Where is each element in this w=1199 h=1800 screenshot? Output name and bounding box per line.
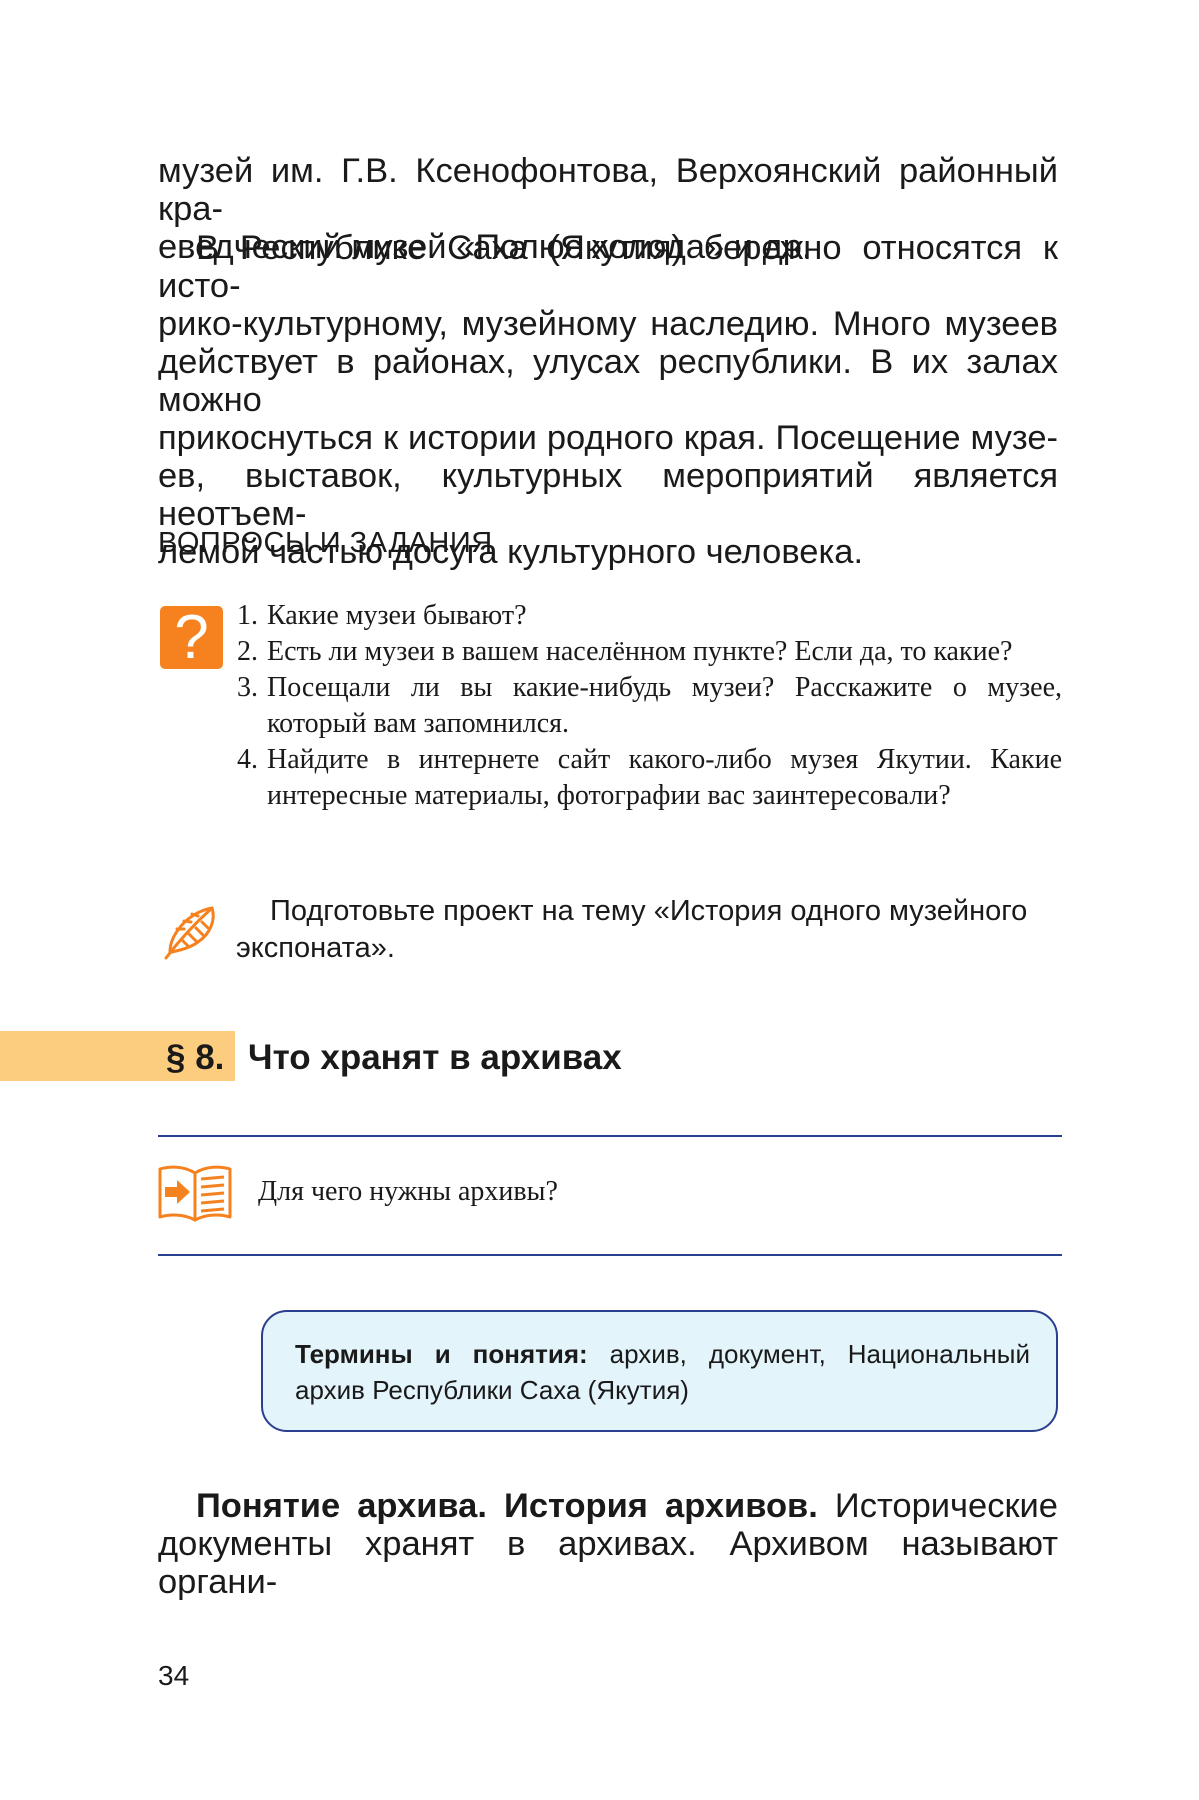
project-task-text: Подготовьте проект на тему «История одно… xyxy=(236,895,1028,964)
paragraph-museum-heritage: В Республике Саха (Якутия) бережно относ… xyxy=(158,229,1058,571)
paragraph-bold-lead: Понятие архива. История архивов. xyxy=(196,1487,818,1525)
section-title: Что хранят в архивах xyxy=(248,1038,622,1077)
page-number: 34 xyxy=(158,1660,190,1691)
question-item: 4. Найдите в интернете сайт какого-либо … xyxy=(237,742,1062,814)
section-number: § 8. xyxy=(166,1038,225,1077)
question-text: Какие музеи бывают? xyxy=(267,600,527,631)
feather-icon xyxy=(164,906,215,960)
question-number: 3. xyxy=(237,672,258,703)
text-line: рико-культурному, музейному наследию. Мн… xyxy=(158,305,1058,343)
paragraph-archive-concept: Понятие архива. История архивов. Историч… xyxy=(158,1487,1058,1601)
open-book-icon xyxy=(158,1165,232,1222)
terms-text: Термины и понятия: архив, документ, Наци… xyxy=(295,1336,1030,1408)
divider-top xyxy=(158,1135,1062,1137)
text-line: Понятие архива. История архивов. Историч… xyxy=(158,1487,1058,1525)
question-item: 1. Какие музеи бывают? xyxy=(237,598,1062,634)
terms-label: Термины и понятия: xyxy=(295,1339,588,1369)
question-number: 2. xyxy=(237,636,258,667)
questions-heading: ВОПРОСЫ И ЗАДАНИЯ xyxy=(158,527,493,559)
key-question: Для чего нужны архивы? xyxy=(258,1176,558,1207)
question-text: Найдите в интернете сайт какого-либо муз… xyxy=(267,744,1062,811)
question-number: 1. xyxy=(237,600,258,631)
text-line: В Республике Саха (Якутия) бережно относ… xyxy=(158,229,1058,305)
project-task: Подготовьте проект на тему «История одно… xyxy=(236,893,1062,967)
question-mark-icon: ? xyxy=(160,606,223,669)
divider-bottom xyxy=(158,1254,1062,1256)
question-list: 1. Какие музеи бывают? 2. Есть ли музеи … xyxy=(237,598,1062,814)
text-line: документы хранят в архивах. Архивом назы… xyxy=(158,1525,1058,1601)
text-line: музей им. Г.В. Ксенофонтова, Верхоянский… xyxy=(158,152,1058,228)
question-text: Есть ли музеи в вашем населённом пункте?… xyxy=(267,636,1013,667)
text-line: действует в районах, улусах республики. … xyxy=(158,343,1058,419)
text-line: прикоснуться к истории родного края. Пос… xyxy=(158,419,1058,457)
question-text: Посещали ли вы какие-нибудь музеи? Расск… xyxy=(267,672,1062,739)
question-item: 2. Есть ли музеи в вашем населённом пунк… xyxy=(237,634,1062,670)
question-number: 4. xyxy=(237,744,258,775)
paragraph-line-rest: Исторические xyxy=(817,1487,1058,1525)
text-line: ев, выставок, культурных мероприятий явл… xyxy=(158,457,1058,533)
question-item: 3. Посещали ли вы какие-нибудь музеи? Ра… xyxy=(237,670,1062,742)
